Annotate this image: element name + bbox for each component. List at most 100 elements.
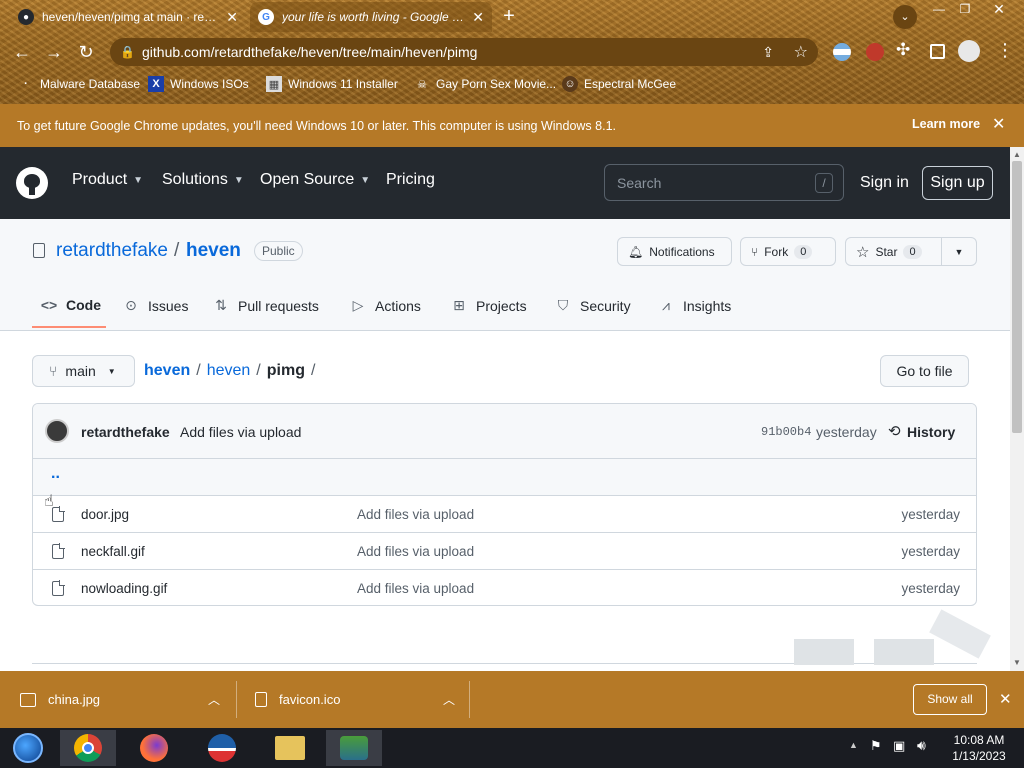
sign-up-button[interactable]: Sign up: [922, 166, 993, 200]
bookmark-malware-database[interactable]: · Malware Database: [18, 74, 140, 94]
table-row[interactable]: neckfall.gif Add files via upload yester…: [33, 532, 976, 569]
show-all-button[interactable]: Show all: [913, 684, 987, 715]
close-icon[interactable]: ✕: [226, 9, 238, 26]
extensions-puzzle-icon[interactable]: ✣: [896, 40, 910, 60]
button-label: Notifications: [649, 244, 715, 259]
scrollbar-thumb[interactable]: [1012, 161, 1022, 433]
history-link[interactable]: History: [907, 424, 955, 440]
chevron-down-icon: ▼: [360, 174, 371, 186]
extension-avatar-icon[interactable]: [866, 43, 884, 61]
bookmark-star-icon[interactable]: ☆: [794, 42, 808, 62]
close-icon[interactable]: ✕: [999, 690, 1012, 708]
nav-product[interactable]: Product ▼: [72, 171, 143, 189]
file-commit-message[interactable]: Add files via upload: [357, 581, 474, 596]
tab-search-chevron-icon[interactable]: ⌄: [893, 5, 917, 29]
share-icon[interactable]: ⇪: [762, 44, 774, 61]
file-name-link[interactable]: nowloading.gif: [81, 581, 167, 596]
restore-icon[interactable]: ❐: [954, 2, 976, 18]
nav-open-source[interactable]: Open Source ▼: [260, 171, 370, 189]
clock[interactable]: 10:08 AM 1/13/2023: [946, 732, 1012, 764]
tab-actions[interactable]: ▷ Actions: [349, 297, 421, 314]
notifications-button[interactable]: 🔔︎ Notifications: [617, 237, 732, 266]
menu-kebab-icon[interactable]: ⋮: [996, 40, 1014, 61]
go-to-file-button[interactable]: Go to file: [880, 355, 969, 387]
file-explorer-taskbar-icon[interactable]: [262, 730, 318, 766]
bookmark-windows-isos[interactable]: X Windows ISOs: [148, 74, 249, 94]
commit-message-link[interactable]: Add files via upload: [180, 424, 301, 440]
tray-chevron-up-icon[interactable]: ▲: [849, 740, 858, 750]
chevron-up-icon[interactable]: ︿: [443, 691, 455, 708]
chevron-up-icon[interactable]: ︿: [208, 691, 220, 708]
star-dropdown-button[interactable]: ▼: [941, 237, 977, 266]
breadcrumb: heven / heven / pimg /: [144, 362, 315, 380]
url-text[interactable]: github.com/retardthefake/heven/tree/main…: [142, 44, 477, 60]
sign-in-link[interactable]: Sign in: [860, 174, 909, 192]
extension-flag-icon[interactable]: [833, 43, 851, 61]
bookmark-gay-porn-sex-movie[interactable]: ☠ Gay Porn Sex Movie...: [414, 74, 556, 94]
tab-issues[interactable]: ⊙ Issues: [122, 297, 188, 314]
volume-icon[interactable]: 🔊︎: [917, 737, 926, 754]
reload-icon[interactable]: ↻: [74, 40, 98, 64]
breadcrumb-root-link[interactable]: heven: [144, 362, 190, 380]
nav-label: Open Source: [260, 171, 355, 188]
nav-solutions[interactable]: Solutions ▼: [162, 171, 244, 189]
commit-hash-link[interactable]: 91b00b4: [761, 425, 811, 439]
file-commit-message[interactable]: Add files via upload: [357, 544, 474, 559]
forward-icon[interactable]: →: [42, 40, 66, 64]
bookmark-espectral-mcgee[interactable]: ☺ Espectral McGee: [562, 74, 676, 94]
repo-name-link[interactable]: heven: [186, 240, 241, 262]
download-item[interactable]: favicon.ico ︿: [255, 671, 461, 728]
file-name-link[interactable]: neckfall.gif: [81, 544, 145, 559]
action-center-flag-icon[interactable]: ⚑: [870, 738, 882, 754]
tab-code[interactable]: <> Code: [40, 297, 101, 313]
tab-security[interactable]: ⛉ Security: [554, 297, 631, 314]
learn-more-link[interactable]: Learn more: [912, 117, 980, 131]
table-row[interactable]: door.jpg Add files via upload yesterday: [33, 495, 976, 532]
branch-selector[interactable]: ⑂ main ▼: [32, 355, 135, 387]
profile-avatar-icon[interactable]: [958, 40, 980, 62]
bookmark-windows-11-installer[interactable]: ▦ Windows 11 Installer: [266, 74, 398, 94]
search-input[interactable]: Search /: [604, 164, 844, 201]
github-logo-icon[interactable]: [16, 167, 48, 199]
parent-directory-link[interactable]: ..: [51, 465, 60, 483]
tab-google[interactable]: G your life is worth living - Google Sea…: [250, 2, 492, 32]
fork-button[interactable]: ⑂ Fork 0: [740, 237, 836, 266]
tab-pull-requests[interactable]: ⇅ Pull requests: [212, 297, 319, 314]
repo-owner-link[interactable]: retardthefake: [56, 240, 168, 262]
file-icon: [52, 580, 65, 596]
obama-logo-taskbar-icon[interactable]: [194, 730, 250, 766]
parent-directory-row[interactable]: ..: [33, 458, 976, 495]
back-icon[interactable]: ←: [10, 40, 34, 64]
firefox-taskbar-icon[interactable]: [126, 730, 182, 766]
new-tab-button[interactable]: +: [498, 6, 520, 28]
tab-title: your life is worth living - Google Searc…: [282, 10, 464, 24]
close-icon[interactable]: ✕: [992, 114, 1005, 134]
avatar[interactable]: [45, 419, 69, 443]
chrome-taskbar-icon[interactable]: [60, 730, 116, 766]
close-icon[interactable]: ✕: [472, 9, 484, 26]
side-panel-icon[interactable]: [930, 44, 945, 59]
start-button[interactable]: [0, 730, 56, 766]
tab-github[interactable]: ● heven/heven/pimg at main · retardthefa…: [10, 2, 246, 32]
commit-author-link[interactable]: retardthefake: [81, 424, 170, 440]
tab-insights[interactable]: ⩘ Insights: [657, 297, 731, 314]
window-close-icon[interactable]: ✕: [988, 2, 1010, 18]
file-name-link[interactable]: door.jpg: [81, 507, 129, 522]
network-icon[interactable]: ▣: [893, 738, 905, 754]
file-browser: ⑂ main ▼ heven / heven / pimg / Go to fi…: [0, 331, 1010, 671]
vertical-scrollbar[interactable]: ▲ ▼: [1010, 147, 1024, 671]
nav-pricing[interactable]: Pricing: [386, 171, 435, 189]
file-commit-message[interactable]: Add files via upload: [357, 507, 474, 522]
star-button[interactable]: ☆ Star 0: [845, 237, 942, 266]
scroll-up-icon[interactable]: ▲: [1013, 150, 1021, 159]
breadcrumb-folder-link[interactable]: heven: [207, 362, 251, 380]
address-bar[interactable]: 🔒 github.com/retardthefake/heven/tree/ma…: [110, 38, 818, 66]
table-row[interactable]: nowloading.gif Add files via upload yest…: [33, 569, 976, 605]
branch-name: main: [65, 363, 96, 379]
tab-label: Code: [66, 297, 101, 313]
minimize-icon[interactable]: —: [928, 2, 950, 18]
tab-projects[interactable]: ⊞ Projects: [450, 297, 526, 314]
download-item[interactable]: china.jpg ︿: [20, 671, 226, 728]
scroll-down-icon[interactable]: ▼: [1013, 658, 1021, 667]
messenger-taskbar-icon[interactable]: [326, 730, 382, 766]
